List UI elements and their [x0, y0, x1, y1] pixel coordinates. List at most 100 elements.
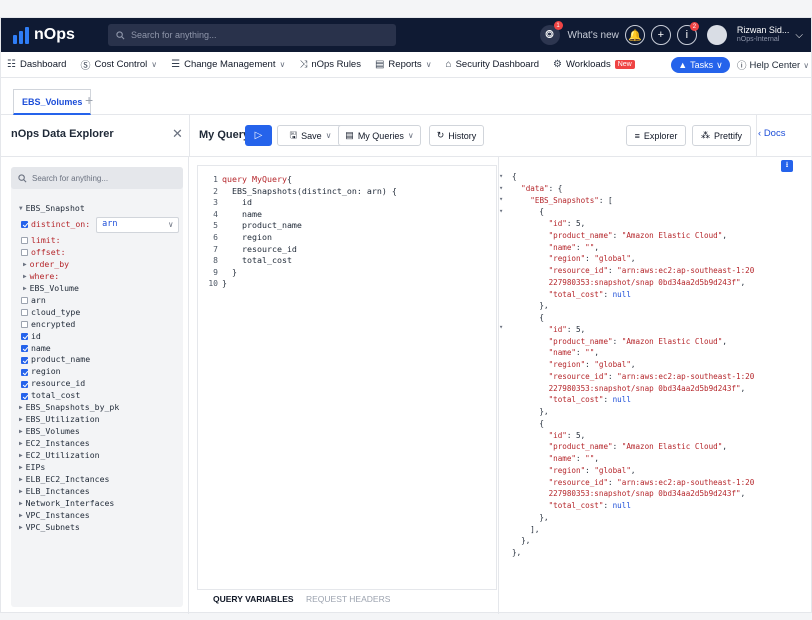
user-menu[interactable]: Rizwan Sid... nOps-Internal: [737, 25, 790, 45]
json-value: "arn:aws:ec2:ap-southeast-1:20: [617, 477, 755, 487]
plus-icon[interactable]: +: [650, 25, 671, 45]
nav-nops-rules[interactable]: ⤨ nOps Rules: [299, 59, 361, 70]
tree-item[interactable]: ▶ EIPs: [19, 462, 179, 474]
checkbox-checked[interactable]: [21, 392, 28, 400]
notifications-icon[interactable]: ⭗ 1: [539, 21, 563, 45]
tree-item[interactable]: ▶ EBS_Utilization: [19, 414, 179, 426]
arg-order-by[interactable]: ▶ order_by: [23, 259, 179, 271]
result-line: "total_cost": null: [548, 395, 631, 405]
run-query-button[interactable]: ▷: [245, 125, 272, 146]
field-product-name[interactable]: product_name: [21, 354, 179, 366]
result-line: "data": {: [521, 183, 563, 193]
tree-label: VPC_Instances: [25, 509, 90, 520]
query-editor[interactable]: 1 2 3 4 5 6 7 8 9 10 query MyQuery{ EBS_…: [197, 165, 497, 590]
close-icon[interactable]: ✕: [172, 126, 183, 142]
tree-item[interactable]: ▶ EC2_Instances: [19, 438, 179, 450]
shuffle-icon: ⤨: [299, 59, 308, 70]
tree-label: EBS_Snapshots_by_pk: [25, 402, 120, 413]
global-search-input[interactable]: Search for anything...: [108, 24, 396, 46]
checkbox-checked[interactable]: [21, 345, 28, 352]
tab-ebs-volumes[interactable]: EBS_Volumes: [13, 89, 92, 115]
checkbox-checked[interactable]: [21, 333, 28, 341]
checkbox-checked[interactable]: [21, 368, 28, 376]
field-cloud-type[interactable]: cloud_type: [21, 307, 179, 319]
checkbox[interactable]: [21, 321, 28, 329]
save-button[interactable]: 🖫 Save ∨: [277, 125, 344, 146]
tree-root[interactable]: ▼ EBS_Snapshot: [19, 203, 179, 215]
chevron-down-icon[interactable]: ⌵: [795, 30, 803, 41]
explorer-search-input[interactable]: Search for anything...: [11, 167, 183, 189]
help-center-menu[interactable]: ⓘ Help Center ∨: [737, 58, 809, 73]
field-id[interactable]: id: [21, 331, 179, 343]
field-arn[interactable]: arn: [21, 295, 179, 307]
tree-item[interactable]: ▶ ELB_EC2_Inctances: [19, 474, 179, 486]
result-line: 227980353:snapshot/snap 0bd34aa2d5b9d243…: [548, 277, 746, 287]
tree-item[interactable]: ▶ VPC_Subnets: [19, 522, 179, 534]
whats-new-link[interactable]: What's new: [568, 30, 619, 41]
checkbox[interactable]: [21, 309, 28, 317]
nav-cost-control[interactable]: Ⓢ Cost Control ∨: [80, 57, 157, 72]
checkbox-checked[interactable]: [21, 380, 28, 388]
tree-root-label: EBS_Snapshot: [25, 203, 85, 213]
checkbox-checked[interactable]: [21, 356, 28, 364]
tree-label: EBS_Volume: [29, 282, 79, 293]
avatar[interactable]: [706, 25, 727, 45]
my-queries-button[interactable]: ▤ My Queries ∨: [338, 125, 421, 146]
arg-limit[interactable]: limit:: [21, 235, 179, 247]
request-headers-tab[interactable]: REQUEST HEADERS: [306, 594, 390, 604]
tree-item[interactable]: ▶ VPC_Instances: [19, 510, 179, 522]
tree-item[interactable]: ▶ Network_Interfaces: [19, 498, 179, 510]
nav-workloads[interactable]: ⚙ Workloads New: [553, 59, 635, 70]
logo[interactable]: nOps: [13, 26, 75, 44]
arg-offset[interactable]: offset:: [21, 247, 179, 259]
field-total-cost[interactable]: total_cost: [21, 390, 179, 402]
field-encrypted[interactable]: encrypted: [21, 319, 179, 331]
explorer-button[interactable]: ≡ Explorer: [626, 125, 686, 146]
distinct-on-arg[interactable]: distinct_on: arn ∨: [21, 215, 180, 235]
result-line: "id": 5,: [548, 430, 586, 440]
line-numbers: 1 2 3 4 5 6 7 8 9 10: [198, 174, 218, 290]
nav-label: Dashboard: [19, 59, 67, 70]
bell-icon[interactable]: 🔔: [624, 25, 645, 45]
tree-item[interactable]: ▶ EBS_Snapshots_by_pk: [19, 402, 179, 414]
field-resource-id[interactable]: resource_id: [21, 378, 179, 390]
result-line: },: [512, 512, 549, 522]
checkbox[interactable]: [21, 237, 28, 245]
user-name: Rizwan Sid...: [736, 25, 790, 35]
info-icon[interactable]: i2: [676, 22, 699, 45]
nav-change-management[interactable]: ☰ Change Management ∨: [171, 59, 285, 70]
history-button[interactable]: ↻ History: [429, 125, 484, 146]
download-icon[interactable]: ⭳: [781, 160, 793, 172]
tasks-button[interactable]: ▲ Tasks ∨: [671, 57, 730, 73]
add-tab-icon[interactable]: +: [85, 92, 93, 108]
distinct-on-select[interactable]: arn ∨: [96, 216, 180, 233]
app-window: nOps Search for anything... ⭗ 1 What's ne…: [0, 17, 812, 614]
main-nav: ☷ Dashboard Ⓢ Cost Control ∨ ☰ Change Manage…: [1, 52, 811, 78]
docs-link[interactable]: ‹ Docs: [758, 128, 785, 139]
chevron-down-icon: ∨: [325, 131, 332, 140]
nav-reports[interactable]: ▤ Reports ∨: [375, 59, 432, 70]
prettify-button[interactable]: ⁂ Prettify: [692, 125, 751, 146]
new-badge: New: [614, 60, 635, 69]
checkbox[interactable]: [21, 297, 28, 305]
nav-security-dashboard[interactable]: ⌂ Security Dashboard: [446, 59, 539, 70]
tree-item[interactable]: ▶ EBS_Volumes: [19, 426, 179, 438]
arg-where[interactable]: ▶ where:: [23, 271, 179, 283]
query-variables-tab[interactable]: QUERY VARIABLES: [213, 594, 294, 604]
checkbox[interactable]: [21, 249, 28, 257]
info-badge: 2: [689, 22, 699, 31]
tree-item[interactable]: ▶ EC2_Utilization: [19, 450, 179, 462]
help-label: Help Center: [749, 59, 801, 71]
field-region[interactable]: region: [21, 366, 179, 378]
tree-label: ELB_Inctances: [25, 485, 90, 496]
toolbar: nOps Data Explorer ✕ My Query ▷ 🖫 Save ∨ ▤…: [1, 115, 811, 157]
result-line: "name": "",: [548, 348, 599, 358]
nav-dashboard[interactable]: ☷ Dashboard: [7, 59, 66, 70]
explorer-icon: ≡: [634, 130, 640, 141]
json-key: "product_name": [548, 230, 613, 240]
field-name[interactable]: name: [21, 343, 179, 355]
result-line: "region": "global",: [548, 360, 636, 369]
tree-ebs-volume[interactable]: ▶ EBS_Volume: [23, 283, 179, 295]
tree-item[interactable]: ▶ ELB_Inctances: [19, 486, 179, 498]
checkbox-checked[interactable]: [21, 221, 28, 229]
